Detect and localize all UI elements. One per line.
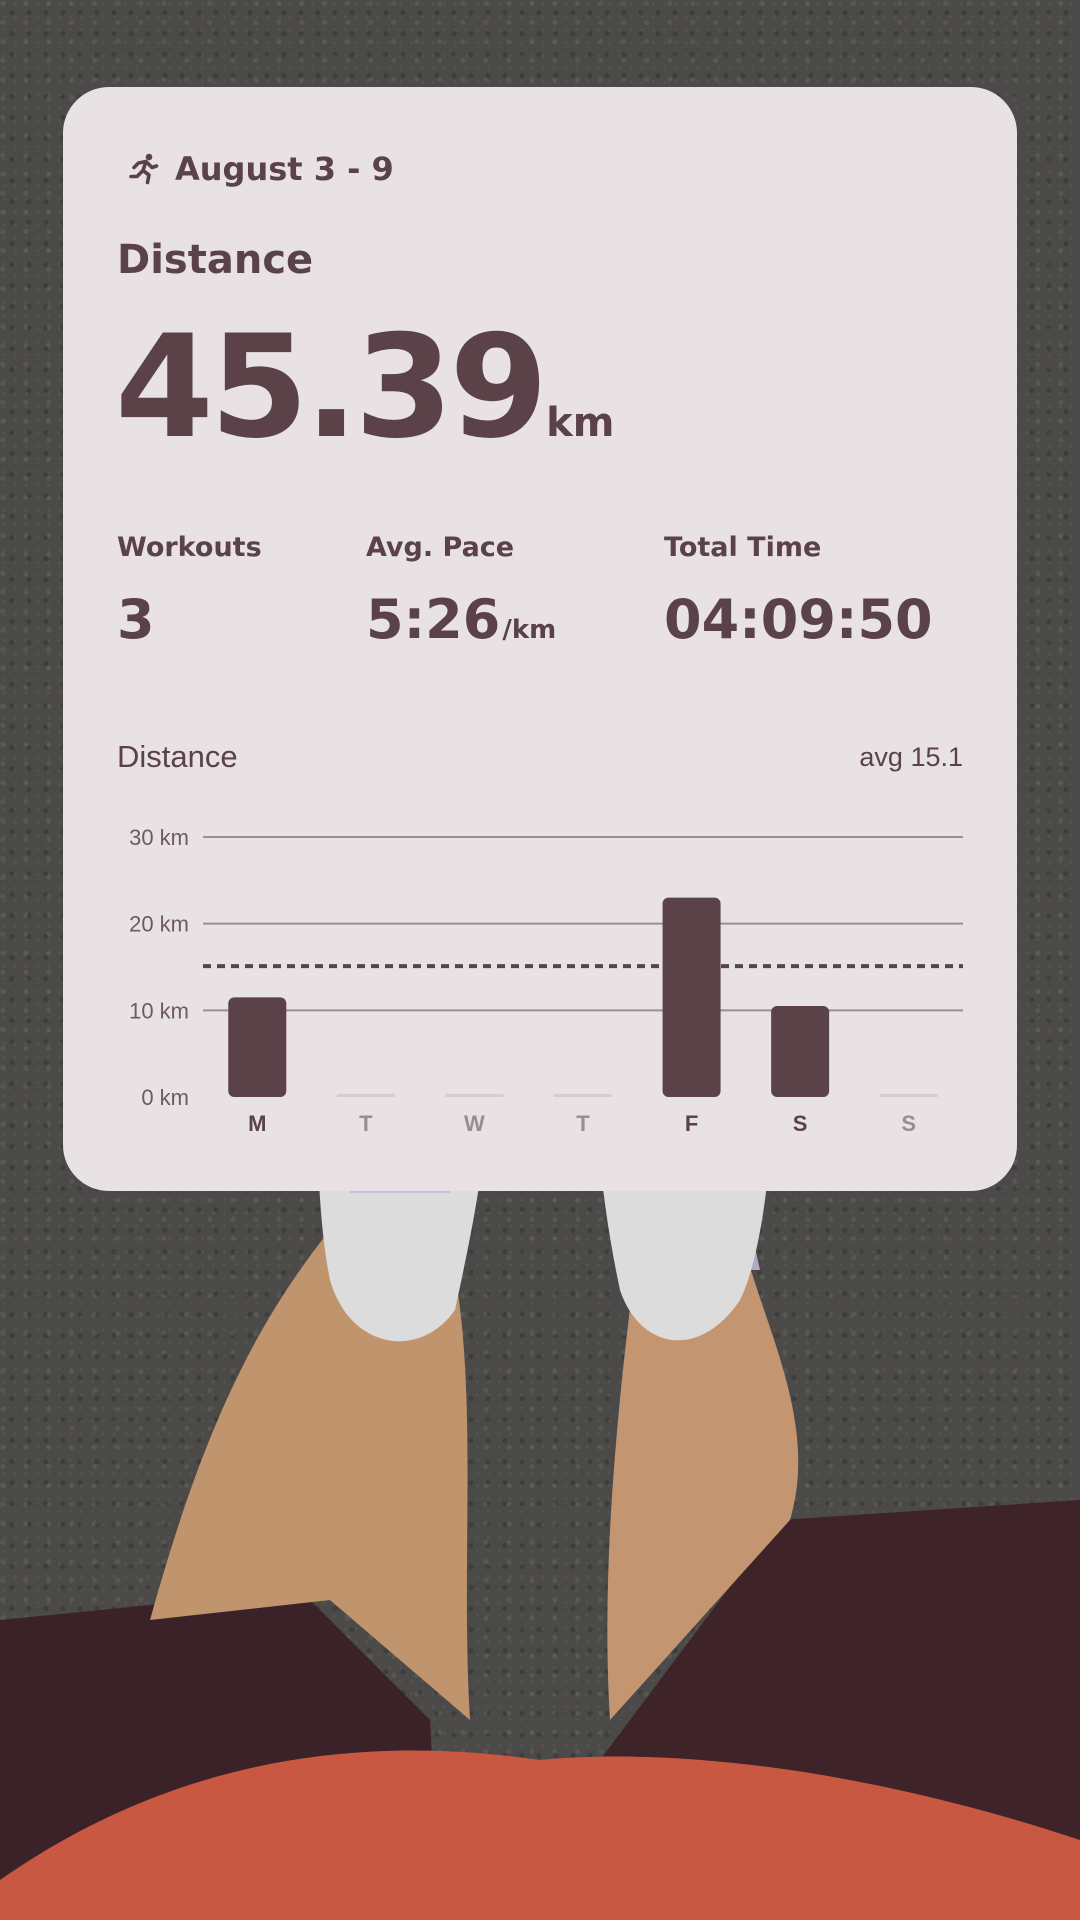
bar-empty: [554, 1094, 612, 1097]
y-tick-label: 0 km: [141, 1085, 189, 1110]
x-tick-label: F: [685, 1111, 698, 1136]
x-tick-label: T: [359, 1111, 373, 1136]
bar: [228, 997, 287, 1097]
weekly-summary-card: August 3 - 9 Distance 45.39 km Workouts …: [63, 87, 1017, 1191]
x-tick-label: T: [576, 1111, 590, 1136]
x-tick-label: S: [901, 1111, 916, 1136]
x-tick-label: M: [248, 1111, 266, 1136]
y-tick-label: 20 km: [129, 912, 189, 937]
bar: [771, 1006, 830, 1097]
y-tick-label: 30 km: [129, 825, 189, 850]
bar-empty: [336, 1094, 395, 1097]
x-tick-label: W: [464, 1111, 485, 1136]
bar: [662, 897, 721, 1097]
bar-empty: [879, 1094, 938, 1097]
y-tick-label: 10 km: [129, 998, 189, 1023]
x-tick-label: S: [793, 1111, 808, 1136]
distance-bar-chart: 0 km 10 km 20 km 30 km M T W T F S S: [129, 825, 963, 1136]
bar-empty: [445, 1094, 504, 1097]
